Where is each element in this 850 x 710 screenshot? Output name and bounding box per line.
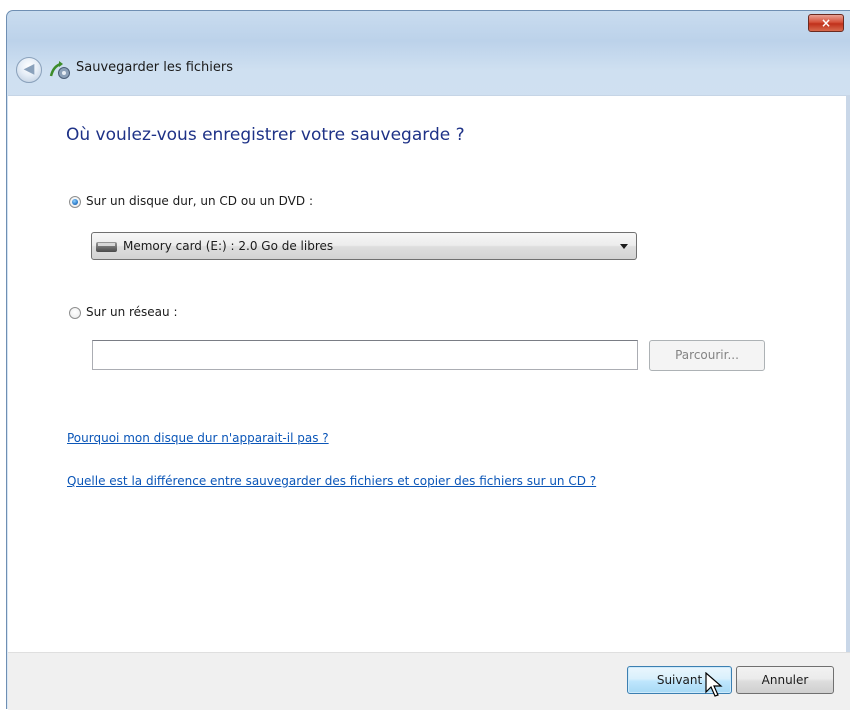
close-button[interactable]: ×	[808, 14, 844, 32]
radio-network-label[interactable]: Sur un réseau :	[86, 305, 178, 319]
radio-disk[interactable]	[69, 196, 81, 208]
mouse-pointer-icon	[705, 672, 723, 697]
backup-files-icon	[49, 61, 70, 79]
link-why-disk-missing[interactable]: Pourquoi mon disque dur n'apparait-il pa…	[67, 431, 329, 445]
radio-disk-label[interactable]: Sur un disque dur, un CD ou un DVD :	[86, 194, 313, 208]
back-button[interactable]: ◀	[16, 57, 42, 83]
browse-button[interactable]: Parcourir...	[649, 340, 765, 371]
close-icon: ×	[820, 16, 832, 30]
drive-select-value: Memory card (E:) : 2.0 Go de libres	[123, 239, 334, 253]
link-backup-vs-copy[interactable]: Quelle est la différence entre sauvegard…	[67, 474, 596, 488]
chevron-down-icon	[620, 244, 628, 249]
network-path-input[interactable]	[92, 340, 638, 370]
memory-card-drive-icon	[96, 242, 117, 252]
radio-network[interactable]	[69, 307, 81, 319]
window-title: Sauvegarder les fichiers	[76, 60, 234, 75]
page-heading: Où voulez-vous enregistrer votre sauvega…	[66, 125, 465, 145]
cancel-button[interactable]: Annuler	[736, 666, 834, 694]
drive-select[interactable]: Memory card (E:) : 2.0 Go de libres	[91, 232, 637, 260]
window-border	[846, 95, 850, 709]
back-arrow-icon: ◀	[23, 61, 35, 77]
content-area	[8, 95, 850, 652]
